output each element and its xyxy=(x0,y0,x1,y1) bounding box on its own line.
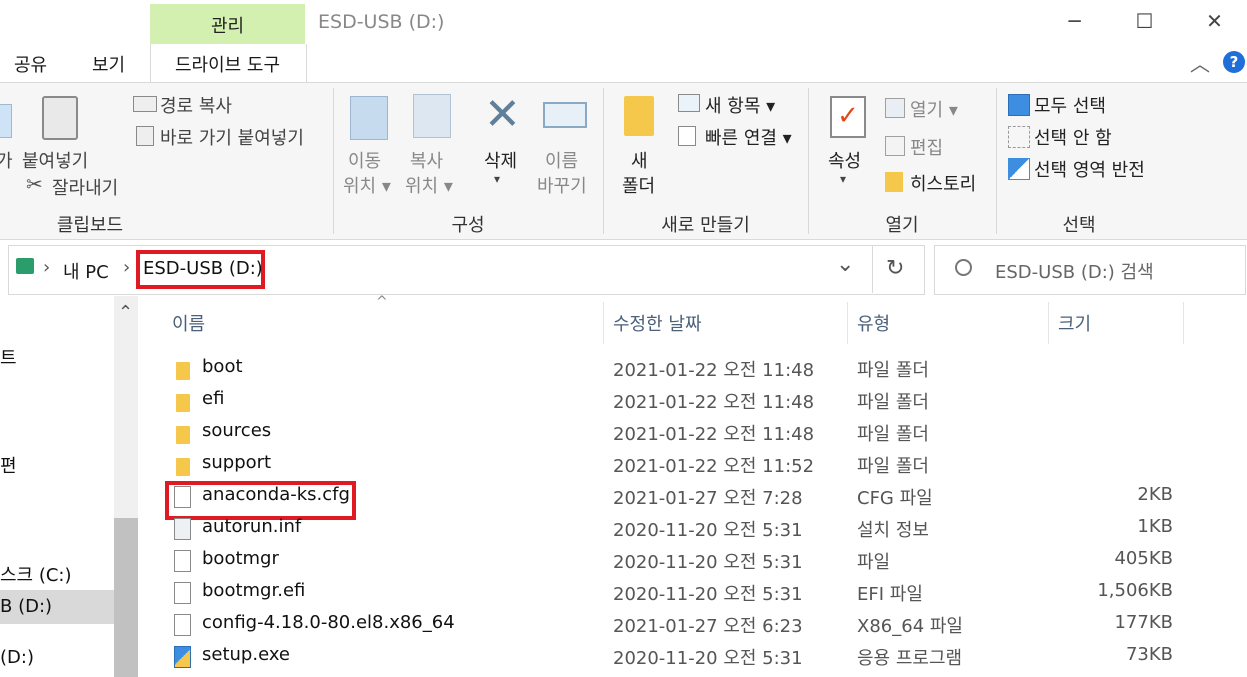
settings-file-icon xyxy=(174,518,191,540)
folder-icon xyxy=(176,394,190,412)
file-name[interactable]: support xyxy=(202,452,271,473)
file-row[interactable]: bootmgr.efi 2020-11-20 오전 5:31 EFI 파일 1,506… xyxy=(0,580,1247,612)
file-size: 405KB xyxy=(1114,548,1173,569)
file-type: 파일 폴더 xyxy=(857,392,929,413)
file-name[interactable]: sources xyxy=(202,420,271,441)
file-row[interactable]: sources 2021-01-22 오전 11:48 파일 폴더 xyxy=(0,420,1247,452)
file-date: 2021-01-27 오전 7:28 xyxy=(613,488,803,509)
file-date: 2021-01-22 오전 11:48 xyxy=(613,424,815,445)
file-row[interactable]: anaconda-ks.cfg 2021-01-27 오전 7:28 CFG 파일 2… xyxy=(0,484,1247,516)
file-date: 2021-01-22 오전 11:48 xyxy=(613,360,815,381)
file-date: 2020-11-20 오전 5:31 xyxy=(613,552,803,573)
file-icon xyxy=(174,582,191,604)
file-icon xyxy=(174,486,191,508)
file-row[interactable]: bootmgr 2020-11-20 오전 5:31 파일 405KB xyxy=(0,548,1247,580)
file-size: 177KB xyxy=(1114,612,1173,633)
file-type: 파일 폴더 xyxy=(857,360,929,381)
file-row[interactable]: support 2021-01-22 오전 11:52 파일 폴더 xyxy=(0,452,1247,484)
file-row[interactable]: setup.exe 2020-11-20 오전 5:31 응용 프로그램 73KB xyxy=(0,644,1247,676)
file-date: 2021-01-22 오전 11:48 xyxy=(613,392,815,413)
file-row[interactable]: efi 2021-01-22 오전 11:48 파일 폴더 xyxy=(0,388,1247,420)
folder-icon xyxy=(176,426,190,444)
file-name[interactable]: bootmgr.efi xyxy=(202,580,305,601)
file-type: CFG 파일 xyxy=(857,488,933,509)
file-type: X86_64 파일 xyxy=(857,616,963,637)
file-name[interactable]: boot xyxy=(202,356,243,377)
file-name[interactable]: efi xyxy=(202,388,224,409)
file-name[interactable]: setup.exe xyxy=(202,644,290,665)
file-row[interactable]: autorun.inf 2020-11-20 오전 5:31 설치 정보 1KB xyxy=(0,516,1247,548)
file-icon xyxy=(174,614,191,636)
file-name[interactable]: bootmgr xyxy=(202,548,279,569)
file-icon xyxy=(174,550,191,572)
file-date: 2021-01-22 오전 11:52 xyxy=(613,456,815,477)
file-list: boot 2021-01-22 오전 11:48 파일 폴더 efi 2021-01-… xyxy=(0,0,1247,677)
folder-icon xyxy=(176,458,190,476)
file-name[interactable]: anaconda-ks.cfg xyxy=(202,484,350,505)
file-type: 응용 프로그램 xyxy=(857,648,963,669)
file-date: 2020-11-20 오전 5:31 xyxy=(613,520,803,541)
file-name[interactable]: config-4.18.0-80.el8.x86_64 xyxy=(202,612,455,633)
file-row[interactable]: config-4.18.0-80.el8.x86_64 2021-01-27 오전… xyxy=(0,612,1247,644)
file-type: 설치 정보 xyxy=(857,520,929,541)
file-type: 파일 폴더 xyxy=(857,456,929,477)
file-type: 파일 xyxy=(857,552,891,573)
file-type: 파일 폴더 xyxy=(857,424,929,445)
setup-app-icon xyxy=(174,646,191,668)
file-name[interactable]: autorun.inf xyxy=(202,516,301,537)
file-date: 2021-01-27 오전 6:23 xyxy=(613,616,803,637)
file-size: 1KB xyxy=(1137,516,1173,537)
file-date: 2020-11-20 오전 5:31 xyxy=(613,648,803,669)
file-size: 2KB xyxy=(1137,484,1173,505)
file-size: 1,506KB xyxy=(1097,580,1173,601)
file-row[interactable]: boot 2021-01-22 오전 11:48 파일 폴더 xyxy=(0,356,1247,388)
file-type: EFI 파일 xyxy=(857,584,923,605)
file-size: 73KB xyxy=(1125,644,1173,665)
folder-icon xyxy=(176,362,190,380)
file-date: 2020-11-20 오전 5:31 xyxy=(613,584,803,605)
